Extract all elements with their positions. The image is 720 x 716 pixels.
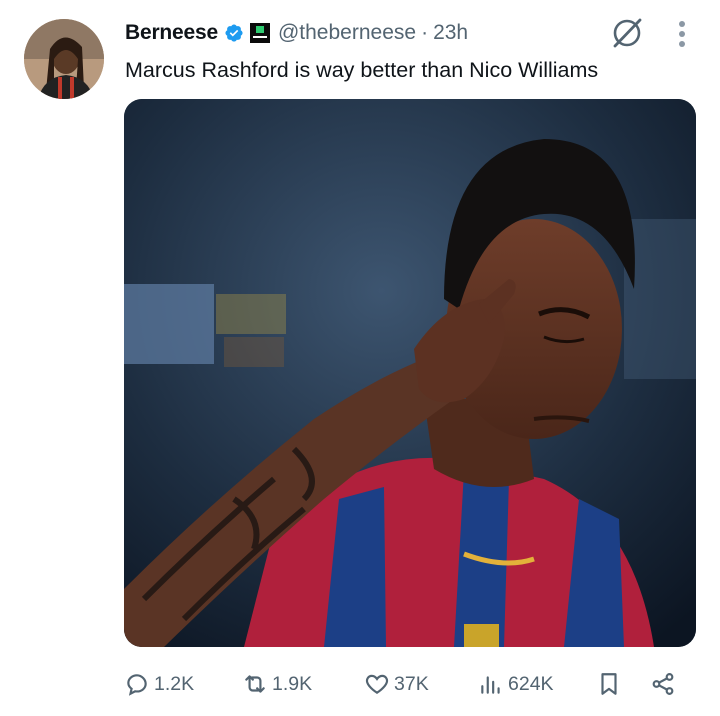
author-avatar[interactable]: [24, 19, 104, 99]
reply-icon: [127, 674, 147, 696]
grok-icon[interactable]: [610, 16, 644, 50]
tweet-text: Marcus Rashford is way better than Nico …: [125, 58, 599, 82]
views-icon: [481, 676, 500, 694]
like-button[interactable]: 37K: [364, 666, 429, 702]
views-count: 624K: [508, 672, 554, 695]
tweet-media-image[interactable]: [124, 99, 696, 647]
bookmark-icon: [601, 673, 617, 695]
separator-dot: ·: [421, 21, 429, 44]
repost-count: 1.9K: [272, 672, 313, 695]
reply-count: 1.2K: [154, 672, 195, 695]
more-vertical-icon[interactable]: [678, 20, 686, 48]
affiliation-badge-icon[interactable]: [249, 23, 270, 43]
verified-badge-icon: [224, 23, 244, 43]
like-icon: [365, 674, 389, 694]
share-button[interactable]: [650, 666, 676, 702]
like-count: 37K: [394, 672, 429, 695]
repost-button[interactable]: 1.9K: [242, 666, 312, 702]
bookmark-button[interactable]: [596, 666, 622, 702]
share-icon: [652, 673, 674, 695]
reply-button[interactable]: 1.2K: [124, 666, 194, 702]
avatar-photo: [24, 19, 104, 99]
views-button[interactable]: 624K: [478, 666, 554, 702]
author-display-name[interactable]: Berneese: [125, 21, 218, 45]
author-handle[interactable]: @theberneese: [278, 21, 416, 45]
tweet-timestamp[interactable]: 23h: [433, 21, 468, 45]
tweet-action-bar: 1.2K 1.9K 37K 624K: [124, 666, 690, 702]
player-photo: [124, 99, 696, 647]
repost-icon: [245, 675, 265, 693]
